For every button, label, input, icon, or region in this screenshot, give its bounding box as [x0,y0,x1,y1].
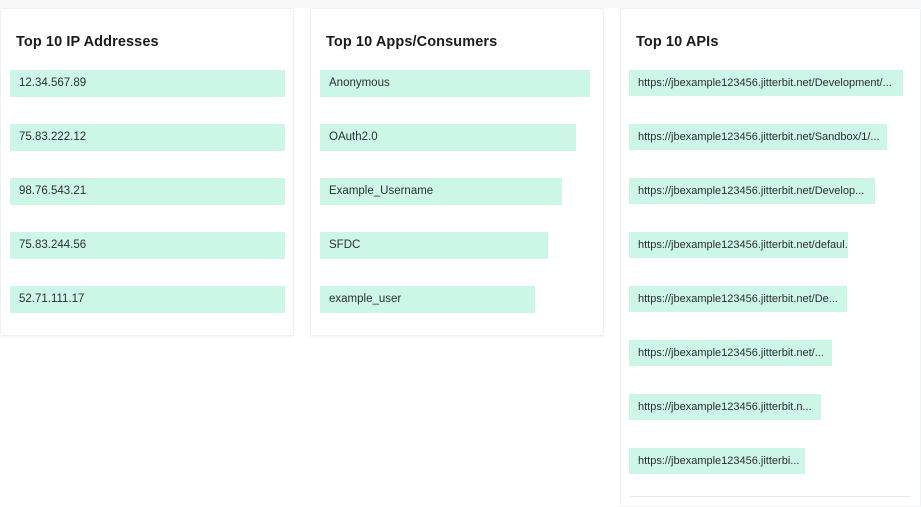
bar-label: https://jbexample123456.jitterbit.net/de… [638,238,848,251]
bar-row[interactable]: Anonymous [320,70,603,97]
page-top-strip [0,0,921,8]
bar-row[interactable]: SFDC [320,232,603,259]
panel-top-ip-addresses: Top 10 IP Addresses 12.34.567.89 75.83.2… [0,8,294,336]
bar-row[interactable]: 12.34.567.89 [10,70,293,97]
bar-row[interactable]: 75.83.222.12 [10,124,293,151]
bar-fill[interactable]: https://jbexample123456.jitterbit.net/De… [629,178,875,204]
bar-row[interactable]: OAuth2.0 [320,124,603,151]
bar-label: https://jbexample123456.jitterbit.net/De… [638,184,865,197]
panel-title: Top 10 APIs [636,34,719,50]
panel-top-apis: Top 10 APIs https://jbexample123456.jitt… [620,8,921,507]
bar-label: OAuth2.0 [329,130,378,143]
bar-fill[interactable]: 75.83.244.56 [10,232,285,259]
bar-row[interactable]: Example_Username [320,178,603,205]
bar-row[interactable]: https://jbexample123456.jitterbit.net/Sa… [629,124,920,150]
bar-fill[interactable]: https://jbexample123456.jitterbit.net/Sa… [629,124,887,150]
bar-row[interactable]: https://jbexample123456.jitterbit.net/De… [629,286,920,312]
bar-label: SFDC [329,238,361,251]
bar-fill[interactable]: https://jbexample123456.jitterbit.net/de… [629,232,848,258]
bar-label: https://jbexample123456.jitterbit.net/De… [638,292,838,305]
bar-row[interactable]: https://jbexample123456.jitterbit.net/..… [629,340,920,366]
bar-fill[interactable]: example_user [320,286,535,313]
bar-label: https://jbexample123456.jitterbi... [638,454,800,467]
bar-fill[interactable]: Anonymous [320,70,590,97]
panel-title: Top 10 IP Addresses [16,34,159,50]
bar-label: example_user [329,292,402,305]
dashboard-panels: Top 10 IP Addresses 12.34.567.89 75.83.2… [0,8,921,507]
bar-label: https://jbexample123456.jitterbit.net/..… [638,346,824,359]
bar-fill[interactable]: 52.71.111.17 [10,286,285,313]
bar-row[interactable]: https://jbexample123456.jitterbit.n... [629,394,920,420]
bar-fill[interactable]: https://jbexample123456.jitterbit.net/De… [629,286,847,312]
bar-fill[interactable]: Example_Username [320,178,562,205]
bar-fill[interactable]: https://jbexample123456.jitterbi... [629,448,805,474]
bar-row[interactable]: 98.76.543.21 [10,178,293,205]
bar-label: 75.83.222.12 [19,130,87,143]
bar-fill[interactable]: https://jbexample123456.jitterbit.net/De… [629,70,903,96]
bar-list: https://jbexample123456.jitterbit.net/De… [621,70,920,474]
panel-title: Top 10 Apps/Consumers [326,34,498,50]
bar-row[interactable]: https://jbexample123456.jitterbit.net/De… [629,70,920,96]
bar-fill[interactable]: 75.83.222.12 [10,124,285,151]
bar-fill[interactable]: 98.76.543.21 [10,178,285,205]
bar-list: Anonymous OAuth2.0 Example_Username SFDC [311,70,603,313]
bar-row[interactable]: https://jbexample123456.jitterbit.net/de… [629,232,920,258]
bar-row[interactable]: https://jbexample123456.jitterbit.net/De… [629,178,920,204]
bar-label: https://jbexample123456.jitterbit.n... [638,400,812,413]
bar-label: Example_Username [329,184,434,197]
bar-label: 12.34.567.89 [19,76,87,89]
bar-fill[interactable]: OAuth2.0 [320,124,576,151]
bar-row[interactable]: example_user [320,286,603,313]
panel-footer-divider [630,496,911,497]
bar-label: 98.76.543.21 [19,184,87,197]
bar-label: https://jbexample123456.jitterbit.net/De… [638,76,892,89]
bar-row[interactable]: 75.83.244.56 [10,232,293,259]
bar-label: 52.71.111.17 [19,292,85,305]
bar-fill[interactable]: 12.34.567.89 [10,70,285,97]
bar-label: Anonymous [329,76,390,89]
bar-row[interactable]: 52.71.111.17 [10,286,293,313]
bar-fill[interactable]: https://jbexample123456.jitterbit.net/..… [629,340,832,366]
bar-fill[interactable]: SFDC [320,232,548,259]
bar-row[interactable]: https://jbexample123456.jitterbi... [629,448,920,474]
bar-label: https://jbexample123456.jitterbit.net/Sa… [638,130,880,143]
bar-label: 75.83.244.56 [19,238,87,251]
panel-top-apps-consumers: Top 10 Apps/Consumers Anonymous OAuth2.0… [310,8,604,336]
bar-fill[interactable]: https://jbexample123456.jitterbit.n... [629,394,821,420]
bar-list: 12.34.567.89 75.83.222.12 98.76.543.21 7… [1,70,293,313]
